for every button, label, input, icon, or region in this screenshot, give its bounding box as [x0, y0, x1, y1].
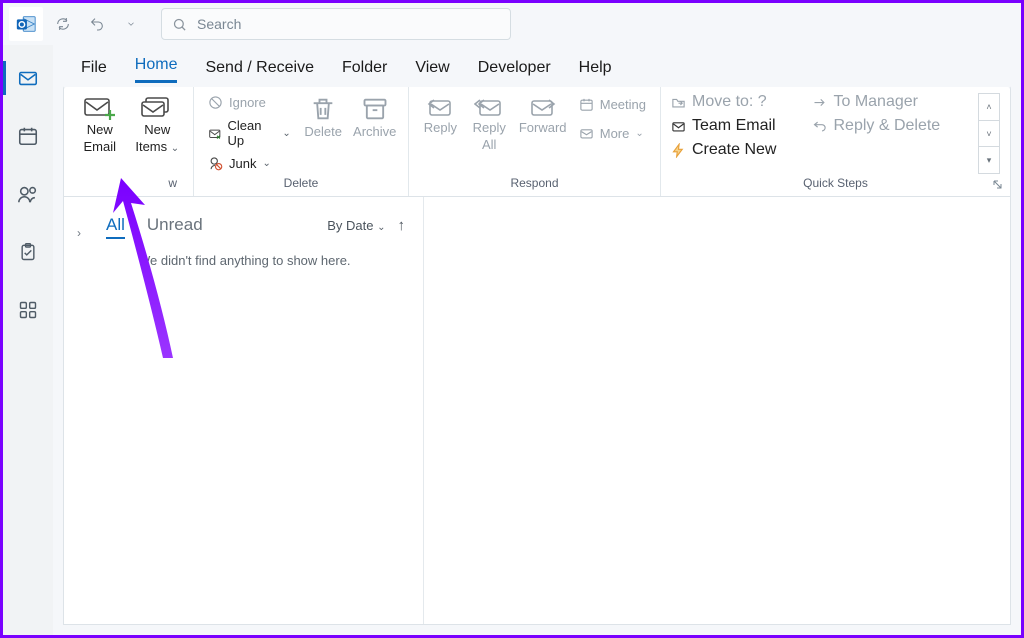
- empty-state-text: We didn't find anything to show here.: [138, 253, 405, 268]
- ribbon-group-label: Respond: [419, 174, 650, 194]
- chevron-up-icon[interactable]: ˄: [979, 94, 999, 121]
- more-button[interactable]: More⌄: [575, 124, 648, 143]
- tab-view[interactable]: View: [415, 59, 449, 83]
- title-bar: Search: [3, 3, 1021, 45]
- sort-button[interactable]: By Date ⌄: [327, 218, 385, 233]
- filter-all[interactable]: All: [106, 215, 125, 239]
- tab-folder[interactable]: Folder: [342, 59, 387, 83]
- qs-move-to[interactable]: Move to: ?: [671, 93, 776, 111]
- search-input[interactable]: Search: [161, 8, 511, 40]
- ribbon-group-new: New Email New Items ⌄ w: [64, 87, 194, 196]
- tab-help[interactable]: Help: [579, 59, 612, 83]
- sync-icon[interactable]: [49, 10, 77, 38]
- message-list: All Unread By Date ⌄ ↑ We didn't find an…: [94, 197, 424, 624]
- content-area: › All Unread By Date ⌄ ↑ We didn't find …: [63, 197, 1011, 625]
- reading-pane: [424, 197, 1010, 624]
- tab-home[interactable]: Home: [135, 56, 178, 83]
- chevron-right-icon[interactable]: ›: [72, 223, 86, 243]
- delete-button[interactable]: Delete: [301, 93, 346, 140]
- outlook-logo: [9, 7, 43, 41]
- reply-button[interactable]: Reply: [419, 93, 462, 136]
- folder-pane-collapsed[interactable]: ›: [64, 197, 94, 624]
- tabs: File Home Send / Receive Folder View Dev…: [53, 45, 1021, 83]
- chevron-down-icon: ⌄: [635, 128, 643, 139]
- undo-icon[interactable]: [83, 10, 111, 38]
- junk-button[interactable]: Junk⌄: [204, 154, 275, 173]
- tab-send-receive[interactable]: Send / Receive: [205, 59, 314, 83]
- ribbon-group-delete: Ignore Clean Up⌄ Junk⌄: [194, 87, 409, 196]
- nav-tasks-icon[interactable]: [3, 237, 53, 267]
- chevron-down-icon: ⌄: [282, 128, 290, 139]
- reply-all-button[interactable]: Reply All: [468, 93, 511, 153]
- qs-gallery-spinner[interactable]: ˄ ˅ ▾: [978, 93, 1000, 174]
- new-email-button[interactable]: New Email: [74, 93, 126, 155]
- nav-mail-icon[interactable]: [3, 63, 53, 93]
- tab-developer[interactable]: Developer: [478, 59, 551, 83]
- nav-rail: [3, 45, 53, 635]
- ignore-button[interactable]: Ignore: [204, 93, 270, 112]
- chevron-down-icon: ⌄: [377, 222, 385, 233]
- search-placeholder: Search: [197, 16, 241, 32]
- nav-calendar-icon[interactable]: [3, 121, 53, 151]
- nav-apps-icon[interactable]: [3, 295, 53, 325]
- ribbon-group-quick-steps: Move to: ? Team Email Create New: [661, 87, 1010, 196]
- nav-people-icon[interactable]: [3, 179, 53, 209]
- new-items-button[interactable]: New Items ⌄: [132, 93, 184, 155]
- tab-file[interactable]: File: [81, 59, 107, 83]
- chevron-down-icon[interactable]: ˅: [979, 121, 999, 148]
- qs-create-new[interactable]: Create New: [671, 141, 776, 159]
- sort-direction-icon[interactable]: ↑: [398, 217, 406, 234]
- undo-dropdown-icon[interactable]: [117, 10, 145, 38]
- ribbon-group-label: Quick Steps: [671, 174, 1000, 194]
- chevron-down-icon: ⌄: [262, 158, 270, 169]
- filter-unread[interactable]: Unread: [147, 215, 203, 235]
- ribbon-group-label: Delete: [204, 174, 398, 194]
- forward-button[interactable]: Forward: [517, 93, 569, 136]
- meeting-button[interactable]: Meeting: [575, 95, 650, 114]
- qs-team-email[interactable]: Team Email: [671, 117, 776, 135]
- qs-to-manager[interactable]: To Manager: [812, 93, 940, 111]
- ribbon: New Email New Items ⌄ w: [63, 85, 1011, 197]
- dialog-launcher-icon[interactable]: [992, 178, 1004, 190]
- ribbon-group-respond: Reply Reply All Forward: [409, 87, 661, 196]
- chevron-down-icon: ⌄: [171, 143, 179, 154]
- qs-reply-delete[interactable]: Reply & Delete: [812, 117, 940, 135]
- overflow-icon[interactable]: ▾: [979, 147, 999, 173]
- ribbon-group-label: w: [74, 174, 183, 194]
- archive-button[interactable]: Archive: [351, 93, 398, 140]
- clean-up-button[interactable]: Clean Up⌄: [204, 116, 295, 150]
